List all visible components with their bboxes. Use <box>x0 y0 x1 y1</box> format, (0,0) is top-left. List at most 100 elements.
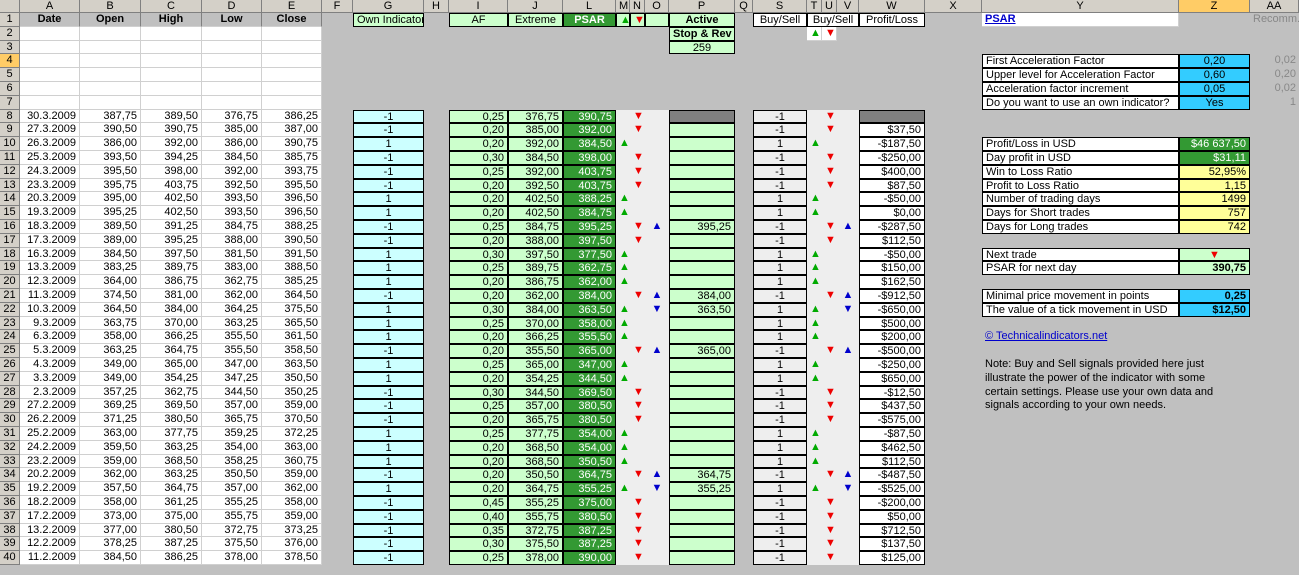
cell-own-indicator[interactable]: 1 <box>353 192 424 206</box>
cell-date[interactable]: 5.3.2009 <box>20 344 80 358</box>
cell-stop-rev[interactable]: 395,25 <box>669 220 735 234</box>
cell[interactable] <box>80 41 141 54</box>
cell-buy-sell[interactable]: 1 <box>753 441 807 455</box>
cell-low[interactable]: 388,00 <box>202 234 262 248</box>
cell-close[interactable]: 359,00 <box>262 399 322 413</box>
cell-profit-loss[interactable]: -$287,50 <box>859 220 925 234</box>
cell[interactable] <box>141 27 202 41</box>
cell-low[interactable]: 355,50 <box>202 344 262 358</box>
cell-open[interactable]: 364,50 <box>80 303 141 317</box>
cell-profit-loss[interactable]: $112,50 <box>859 234 925 248</box>
cell-close[interactable]: 390,50 <box>262 234 322 248</box>
row-header[interactable]: 36 <box>0 496 20 510</box>
cell-buy-sell[interactable]: 1 <box>753 303 807 317</box>
cell-low[interactable]: 355,75 <box>202 510 262 524</box>
cell-stop-rev[interactable]: 384,00 <box>669 289 735 303</box>
cell-buy-sell[interactable]: -1 <box>753 151 807 165</box>
cell-profit-loss[interactable]: -$12,50 <box>859 386 925 399</box>
cell-date[interactable]: 19.3.2009 <box>20 206 80 220</box>
cell-own-indicator[interactable]: -1 <box>353 399 424 413</box>
cell-profit-loss[interactable]: $462,50 <box>859 441 925 455</box>
cell-close[interactable]: 396,50 <box>262 192 322 206</box>
cell-date[interactable]: 26.3.2009 <box>20 137 80 151</box>
cell-date[interactable]: 11.2.2009 <box>20 551 80 565</box>
cell-extreme[interactable]: 365,75 <box>508 413 563 427</box>
cell-low[interactable]: 355,50 <box>202 330 262 344</box>
cell-buy-sell[interactable]: -1 <box>753 344 807 358</box>
row-header[interactable]: 31 <box>0 427 20 441</box>
cell-af[interactable]: 0,25 <box>449 317 508 330</box>
cell-stop-rev[interactable] <box>669 275 735 289</box>
cell-low[interactable]: 362,75 <box>202 275 262 289</box>
cell-low[interactable]: 375,50 <box>202 537 262 551</box>
cell-low[interactable]: 372,75 <box>202 524 262 537</box>
cell-open[interactable]: 395,50 <box>80 165 141 179</box>
cell-extreme[interactable]: 402,50 <box>508 206 563 220</box>
row-header[interactable]: 30 <box>0 413 20 427</box>
cell-stop-rev[interactable] <box>669 399 735 413</box>
cell-profit-loss[interactable]: -$50,00 <box>859 248 925 261</box>
cell-open[interactable]: 383,25 <box>80 261 141 275</box>
cell-high[interactable]: 390,75 <box>141 123 202 137</box>
cell-psar[interactable]: 392,00 <box>563 123 616 137</box>
cell[interactable] <box>202 54 262 68</box>
cell-high[interactable]: 397,50 <box>141 248 202 261</box>
cell-psar[interactable]: 350,50 <box>563 455 616 468</box>
column-header-m[interactable]: M <box>616 0 630 13</box>
cell-date[interactable]: 20.3.2009 <box>20 192 80 206</box>
cell-af[interactable]: 0,20 <box>449 289 508 303</box>
cell-low[interactable]: 365,75 <box>202 413 262 427</box>
row-header[interactable]: 19 <box>0 261 20 275</box>
cell-af[interactable]: 0,20 <box>449 275 508 289</box>
setting-value-input[interactable]: Yes <box>1179 96 1250 110</box>
cell-high[interactable]: 380,50 <box>141 524 202 537</box>
cell-high[interactable]: 394,25 <box>141 151 202 165</box>
cell-close[interactable]: 358,00 <box>262 496 322 510</box>
cell-high[interactable]: 387,25 <box>141 537 202 551</box>
cell-psar[interactable]: 384,75 <box>563 206 616 220</box>
cell-date[interactable]: 3.3.2009 <box>20 372 80 386</box>
row-header[interactable]: 25 <box>0 344 20 358</box>
cell-af[interactable]: 0,30 <box>449 537 508 551</box>
cell-extreme[interactable]: 377,75 <box>508 427 563 441</box>
row-header[interactable]: 6 <box>0 82 20 96</box>
cell-close[interactable]: 376,00 <box>262 537 322 551</box>
row-header[interactable]: 12 <box>0 165 20 179</box>
cell-profit-loss[interactable]: $87,50 <box>859 179 925 192</box>
cell-psar[interactable]: 362,75 <box>563 261 616 275</box>
cell-close[interactable]: 385,25 <box>262 275 322 289</box>
cell-af[interactable]: 0,20 <box>449 344 508 358</box>
cell[interactable] <box>80 82 141 96</box>
cell-date[interactable]: 12.2.2009 <box>20 537 80 551</box>
cell-date[interactable]: 10.3.2009 <box>20 303 80 317</box>
cell-date[interactable]: 27.2.2009 <box>20 399 80 413</box>
cell[interactable] <box>20 68 80 82</box>
cell-buy-sell[interactable]: -1 <box>753 537 807 551</box>
cell-open[interactable]: 357,25 <box>80 386 141 399</box>
select-all-corner[interactable] <box>0 0 20 13</box>
cell-open[interactable]: 378,25 <box>80 537 141 551</box>
cell-profit-loss[interactable]: $37,50 <box>859 123 925 137</box>
cell-open[interactable]: 393,50 <box>80 151 141 165</box>
cell-buy-sell[interactable]: -1 <box>753 165 807 179</box>
cell[interactable] <box>80 96 141 110</box>
cell[interactable] <box>202 96 262 110</box>
cell-close[interactable]: 359,00 <box>262 510 322 524</box>
cell-af[interactable]: 0,30 <box>449 303 508 317</box>
cell-close[interactable]: 378,50 <box>262 551 322 565</box>
cell-own-indicator[interactable]: 1 <box>353 137 424 151</box>
row-header[interactable]: 2 <box>0 27 20 41</box>
cell-open[interactable]: 384,50 <box>80 551 141 565</box>
row-header[interactable]: 18 <box>0 248 20 261</box>
column-header-i[interactable]: I <box>449 0 508 13</box>
cell-own-indicator[interactable]: -1 <box>353 220 424 234</box>
cell-stop-rev[interactable] <box>669 248 735 261</box>
cell-extreme[interactable]: 384,00 <box>508 303 563 317</box>
cell-own-indicator[interactable]: -1 <box>353 551 424 565</box>
cell-close[interactable]: 395,50 <box>262 179 322 192</box>
cell-close[interactable]: 386,25 <box>262 110 322 123</box>
row-header[interactable]: 32 <box>0 441 20 455</box>
cell-af[interactable]: 0,20 <box>449 468 508 482</box>
cell[interactable] <box>262 68 322 82</box>
cell-profit-loss[interactable] <box>859 110 925 123</box>
